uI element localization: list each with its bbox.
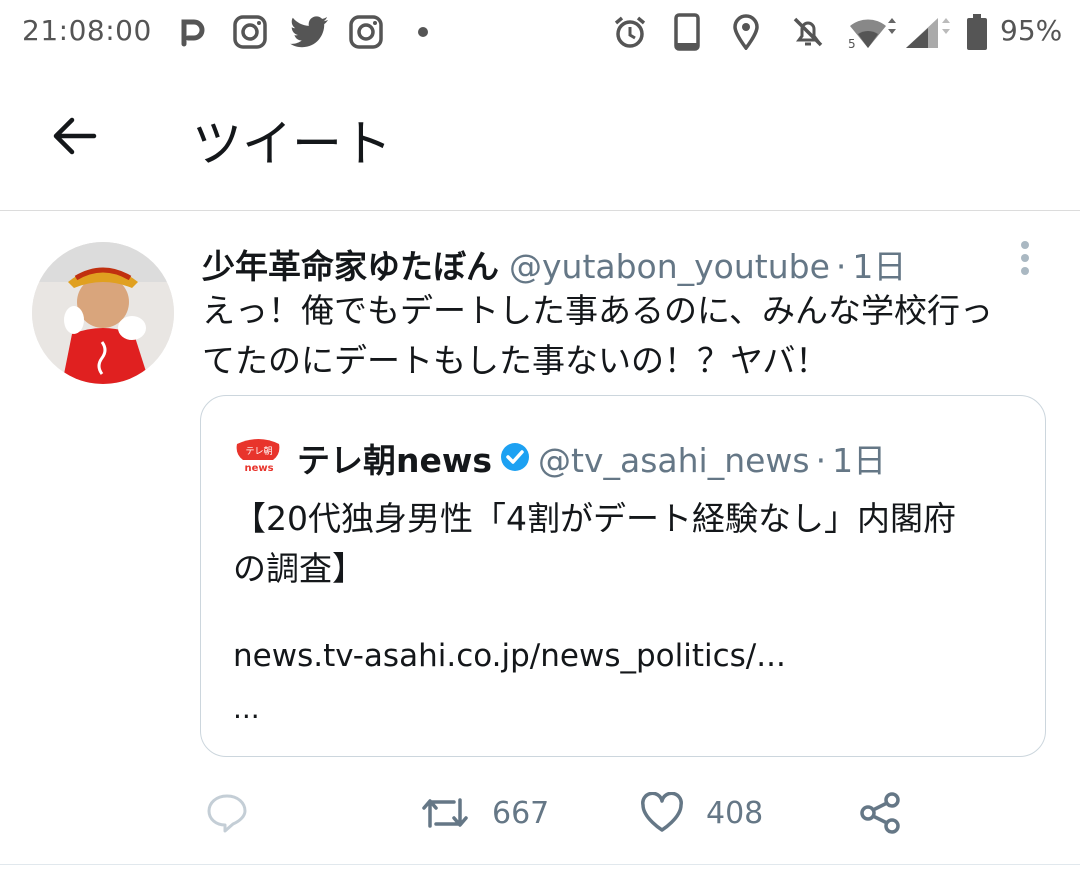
like-button[interactable]: 408	[640, 788, 763, 838]
svg-text:news: news	[244, 463, 273, 474]
more-options-icon[interactable]	[1010, 240, 1040, 280]
status-bar: 21:08:00 5 95%	[0, 0, 1080, 68]
retweet-icon	[422, 798, 468, 828]
quoted-tweet-text: 【20代独身男性「4割がデート経験なし」内閣府 の調査】	[233, 494, 1023, 594]
phone-icon	[674, 13, 700, 51]
svg-text:テレ朝: テレ朝	[245, 446, 272, 457]
quoted-tweet-header: テレ朝news @tv_asahi_news · 1日	[297, 434, 886, 484]
tweet-text: えっ！俺でもデートした事あるのに、みんな学校行っ てたのにデートもした事ないの！…	[202, 286, 1052, 386]
app-header: ツイート	[0, 68, 1080, 211]
heart-icon	[641, 792, 683, 832]
tweet-actions: 667 408	[0, 788, 1080, 848]
tweet-header: 少年革命家ゆたぼん @yutabon_youtube · 1日	[202, 240, 906, 288]
tweet-text-line: えっ！俺でもデートした事あるのに、みんな学校行っ	[202, 291, 994, 330]
arrow-left-icon	[53, 117, 97, 155]
dot-icon	[416, 14, 430, 50]
separator: ·	[835, 247, 847, 286]
quoted-tweet-time: 1日	[832, 441, 887, 480]
page-title: ツイート	[192, 115, 392, 173]
signal-icon	[904, 14, 952, 50]
location-icon	[732, 14, 760, 50]
battery-percentage: 95%	[1000, 14, 1063, 47]
wifi-icon: 5	[846, 14, 898, 50]
verified-badge-icon	[500, 441, 530, 480]
reply-button[interactable]	[206, 788, 248, 838]
quoted-text-line: 【20代独身男性「4割がデート経験なし」内閣府	[233, 499, 956, 538]
quoted-author-handle: @tv_asahi_news	[538, 441, 810, 480]
retweet-button[interactable]: 667	[420, 788, 549, 838]
alarm-icon	[612, 14, 648, 50]
author-handle[interactable]: @yutabon_youtube	[509, 247, 830, 286]
separator: ·	[815, 441, 827, 480]
tv-asahi-logo: テレ朝 news	[235, 434, 283, 474]
quoted-tweet-link[interactable]: news.tv-asahi.co.jp/news_politics/...	[233, 638, 786, 674]
mute-icon	[790, 14, 826, 50]
retweet-count: 667	[492, 795, 550, 831]
twitter-icon	[290, 14, 328, 50]
svg-text:5: 5	[848, 37, 856, 50]
instagram-icon	[348, 14, 384, 50]
avatar[interactable]	[32, 242, 174, 384]
share-icon	[860, 792, 900, 834]
author-name[interactable]: 少年革命家ゆたぼん	[202, 247, 499, 286]
tweet-text-line: てたのにデートもした事ないの！？ヤバ！	[202, 341, 829, 380]
instagram-icon	[232, 14, 268, 50]
reply-icon	[207, 794, 247, 833]
tweet[interactable]: 少年革命家ゆたぼん @yutabon_youtube · 1日 えっ！俺でもデートした…	[0, 210, 1080, 865]
share-button[interactable]	[858, 788, 902, 838]
tweet-time: 1日	[852, 247, 907, 286]
battery-icon	[966, 14, 988, 50]
quoted-tweet-ellipsis: ...	[233, 692, 260, 725]
quoted-author-name: テレ朝news	[297, 441, 493, 480]
status-time: 21:08:00	[22, 14, 152, 47]
quoted-tweet-card[interactable]: テレ朝 news テレ朝news @tv_asahi_news · 1日 【20代独身…	[200, 395, 1046, 757]
p-icon	[178, 14, 206, 50]
quoted-text-line: の調査】	[233, 549, 365, 588]
like-count: 408	[706, 795, 764, 831]
back-button[interactable]	[46, 108, 102, 164]
